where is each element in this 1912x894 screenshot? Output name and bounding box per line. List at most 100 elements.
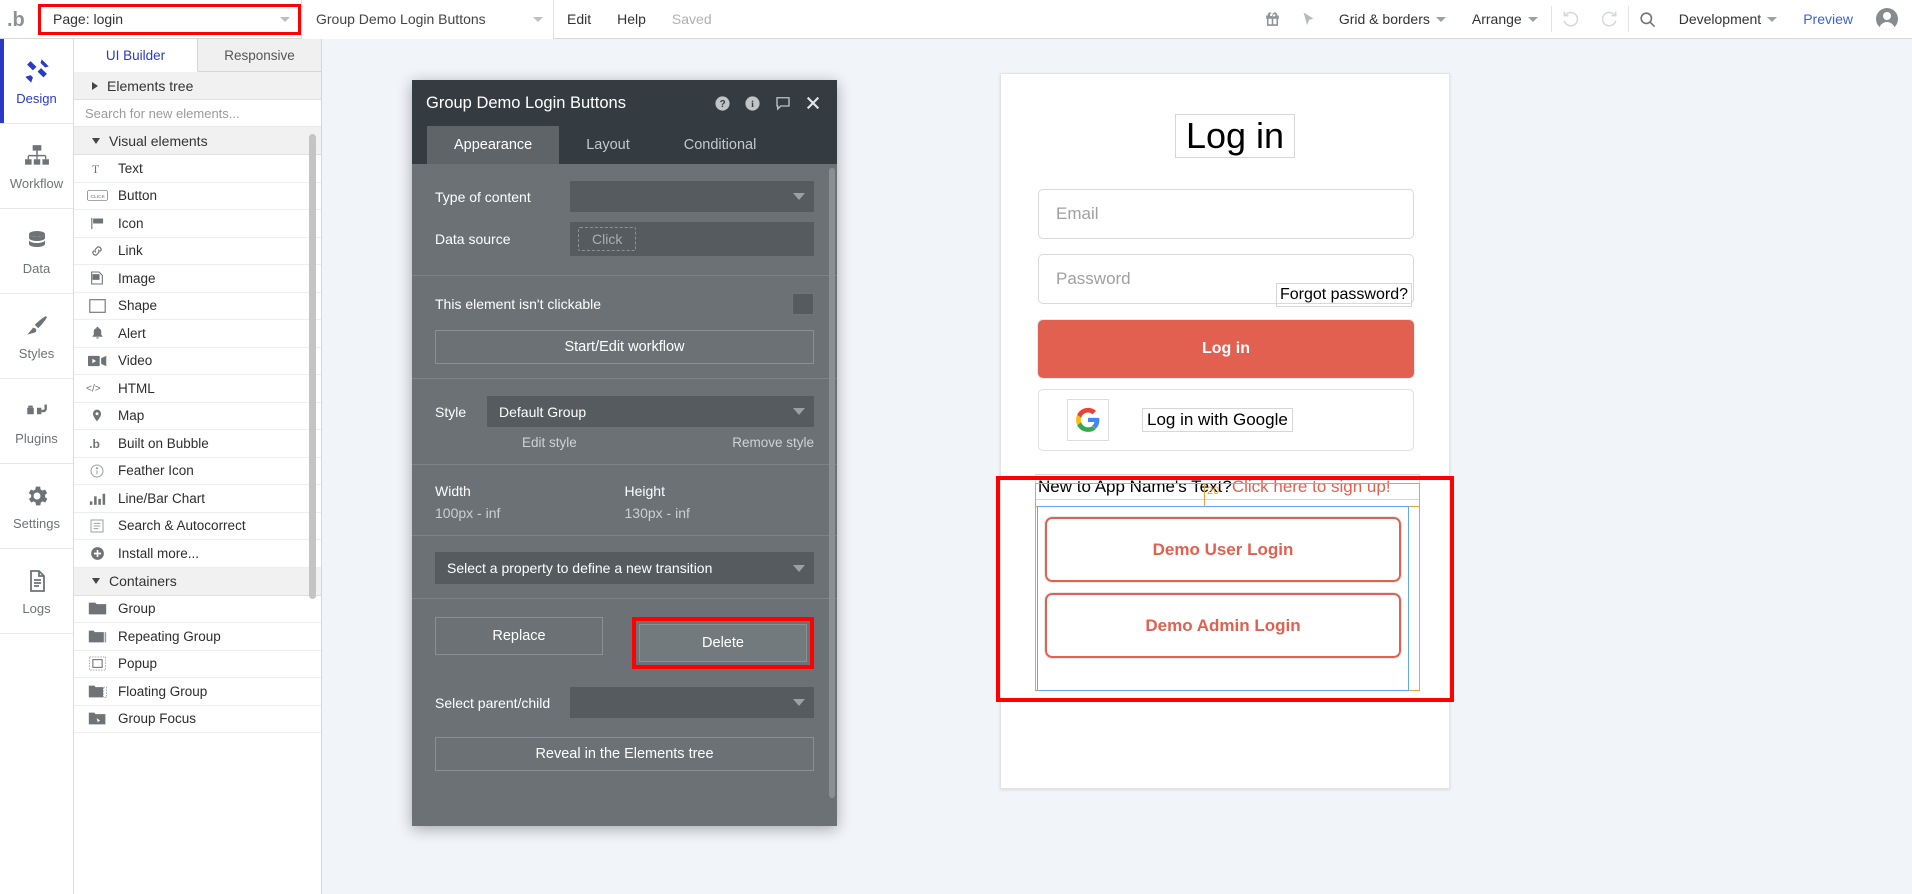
element-item-built-on-bubble[interactable]: .b Built on Bubble — [74, 430, 321, 458]
chevron-down-icon — [793, 408, 805, 415]
element-item-image[interactable]: Image — [74, 265, 321, 293]
email-placeholder: Email — [1056, 204, 1099, 223]
element-item-floating-group[interactable]: Floating Group — [74, 678, 321, 706]
containers-header[interactable]: Containers — [74, 567, 321, 596]
svg-text:.b: .b — [89, 437, 100, 451]
sidebar-item-logs[interactable]: Logs — [0, 549, 73, 634]
type-of-content-dropdown[interactable] — [570, 181, 814, 212]
element-item-group[interactable]: Group — [74, 595, 321, 623]
edit-style-link[interactable]: Edit style — [522, 435, 577, 450]
property-editor-tabs: Appearance Layout Conditional — [412, 126, 837, 164]
containers-label: Containers — [109, 573, 177, 589]
search-icon[interactable] — [1629, 0, 1666, 39]
transition-dropdown[interactable]: Select a property to define a new transi… — [435, 552, 814, 584]
element-item-shape[interactable]: Shape — [74, 292, 321, 320]
edit-menu[interactable]: Edit — [554, 0, 604, 39]
tab-layout[interactable]: Layout — [559, 126, 657, 164]
element-item-feather-icon[interactable]: Feather Icon — [74, 457, 321, 485]
element-item-button[interactable]: CLICK Button — [74, 182, 321, 210]
help-menu[interactable]: Help — [604, 0, 659, 39]
avatar[interactable] — [1866, 8, 1912, 30]
database-icon — [25, 226, 49, 256]
element-item-icon[interactable]: Icon — [74, 210, 321, 238]
svg-text:CLICK: CLICK — [90, 194, 105, 200]
forgot-password-link[interactable]: Forgot password? — [1275, 283, 1412, 307]
arrange-label: Arrange — [1471, 11, 1522, 27]
page-select-dropdown[interactable]: Page: login — [38, 3, 301, 35]
element-item-video[interactable]: Video — [74, 347, 321, 375]
style-dropdown[interactable]: Default Group — [487, 396, 814, 427]
element-label: Install more... — [118, 545, 200, 561]
plug-icon — [24, 396, 50, 426]
element-item-search-autocorrect[interactable]: Search & Autocorrect — [74, 512, 321, 540]
sidebar-label: Styles — [18, 346, 55, 361]
text-t-icon: T — [86, 161, 108, 176]
visual-elements-header[interactable]: Visual elements — [74, 127, 321, 155]
not-clickable-checkbox[interactable] — [792, 293, 814, 315]
preview-button[interactable]: Preview — [1790, 0, 1866, 39]
sidebar-item-styles[interactable]: Styles — [0, 294, 73, 379]
bar-chart-icon — [86, 491, 108, 506]
redo-icon[interactable] — [1590, 0, 1628, 39]
element-item-line-bar-chart[interactable]: Line/Bar Chart — [74, 485, 321, 513]
element-item-html[interactable]: </> HTML — [74, 375, 321, 403]
undo-icon[interactable] — [1552, 0, 1590, 39]
element-item-alert[interactable]: Alert — [74, 320, 321, 348]
help-circle-icon[interactable]: ? — [714, 95, 731, 112]
comment-bubble-icon[interactable] — [774, 94, 792, 112]
gift-icon[interactable] — [1254, 0, 1291, 39]
element-item-repeating-group[interactable]: Repeating Group — [74, 623, 321, 651]
plus-circle-icon — [86, 545, 108, 562]
property-editor-titlebar: Group Demo Login Buttons ? i — [412, 80, 837, 126]
tab-appearance[interactable]: Appearance — [427, 126, 560, 164]
tab-conditional[interactable]: Conditional — [657, 126, 784, 164]
actions-section: Replace Delete Select parent/child Revea… — [412, 599, 837, 785]
elements-tree-header[interactable]: Elements tree — [74, 72, 321, 100]
map-pin-icon — [86, 407, 108, 424]
elements-panel-scrollbar[interactable] — [309, 134, 316, 599]
element-label: Shape — [118, 298, 158, 314]
sidebar-item-data[interactable]: Data — [0, 209, 73, 294]
data-source-row: Data source Click — [412, 217, 837, 261]
grid-borders-menu[interactable]: Grid & borders — [1326, 0, 1459, 39]
search-input[interactable]: Search for new elements... — [74, 100, 321, 127]
element-select-dropdown[interactable]: Group Demo Login Buttons — [301, 0, 554, 39]
element-item-map[interactable]: Map — [74, 402, 321, 430]
sidebar-label: Design — [16, 91, 57, 106]
tab-responsive[interactable]: Responsive — [198, 39, 321, 71]
element-item-popup[interactable]: Popup — [74, 650, 321, 678]
google-login-button[interactable]: Log in with Google — [1038, 389, 1414, 451]
login-button[interactable]: Log in — [1038, 320, 1414, 378]
select-parent-child-dropdown[interactable] — [570, 687, 814, 718]
arrange-menu[interactable]: Arrange — [1459, 0, 1551, 39]
sidebar-item-settings[interactable]: Settings — [0, 464, 73, 549]
elements-panel: UI Builder Responsive Elements tree Sear… — [74, 39, 322, 894]
close-icon[interactable] — [805, 95, 821, 111]
tab-ui-builder[interactable]: UI Builder — [74, 39, 198, 72]
page-select-value: Page: login — [53, 11, 124, 27]
sidebar-item-design[interactable]: Design — [0, 39, 73, 124]
element-item-install-more[interactable]: Install more... — [74, 540, 321, 568]
element-label: Group Focus — [118, 711, 197, 727]
svg-text:.b: .b — [7, 9, 25, 31]
image-icon — [86, 270, 108, 286]
cursor-arrow-icon[interactable] — [1291, 0, 1326, 39]
version-menu[interactable]: Development — [1666, 0, 1791, 39]
sidebar-item-workflow[interactable]: Workflow — [0, 124, 73, 209]
delete-button[interactable]: Delete — [639, 624, 807, 662]
element-item-text[interactable]: T Text — [74, 155, 321, 183]
element-item-group-focus[interactable]: Group Focus — [74, 705, 321, 733]
replace-button[interactable]: Replace — [435, 617, 603, 655]
email-field[interactable]: Email — [1038, 189, 1414, 239]
remove-style-link[interactable]: Remove style — [732, 435, 814, 450]
start-edit-workflow-button[interactable]: Start/Edit workflow — [435, 330, 814, 364]
data-source-input[interactable]: Click — [570, 222, 814, 256]
document-icon — [25, 566, 49, 596]
paintbrush-icon — [24, 311, 50, 341]
element-label: Image — [118, 270, 156, 286]
reveal-in-elements-tree-button[interactable]: Reveal in the Elements tree — [435, 737, 814, 771]
element-item-link[interactable]: Link — [74, 237, 321, 265]
sidebar-item-plugins[interactable]: Plugins — [0, 379, 73, 464]
info-circle-icon[interactable]: i — [744, 95, 761, 112]
property-editor-scrollbar[interactable] — [829, 168, 835, 798]
